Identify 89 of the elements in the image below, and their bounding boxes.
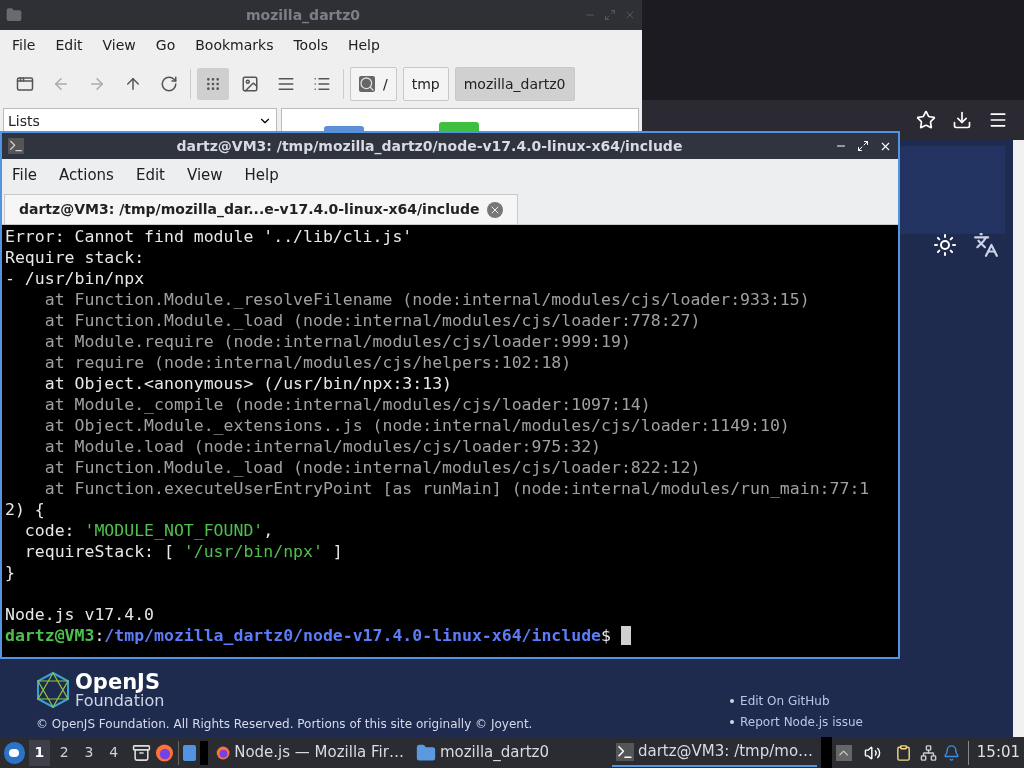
terminal-icon — [8, 138, 24, 154]
maximize-icon[interactable] — [857, 139, 869, 152]
bookmark-star-icon[interactable] — [916, 110, 936, 130]
grid-icon — [205, 76, 221, 92]
footer-link[interactable]: Report Node.js issue — [740, 713, 863, 731]
close-tab-icon[interactable] — [487, 201, 504, 218]
terminal-text: code: — [23, 520, 76, 541]
panel-gap — [821, 737, 833, 768]
task-button[interactable]: dartz@VM3: /tmp/mo… — [612, 738, 818, 767]
translate-icon[interactable] — [973, 232, 999, 258]
terminal-text: at Function.executeUserEntryPoint [as runMain] (node:internal/modules/run_main:77:1 — [43, 478, 870, 499]
window-title: mozilla_dartz0 — [244, 5, 362, 26]
terminal-text: at Function.Module._load (node:internal/modules/cjs/loader:778:27) — [43, 310, 701, 331]
openjs-logo-icon — [35, 671, 71, 709]
workspace-button[interactable]: 4 — [103, 739, 125, 766]
list-view-icon[interactable] — [313, 75, 331, 93]
menu-item[interactable]: Edit — [135, 163, 165, 187]
terminal-text: at Function.Module._resolveFilename (node:internal/modules/cjs/loader:933:15) — [43, 289, 810, 310]
copyright-text: © OpenJS Foundation. All Rights Reserved. Portions of this site originally © Joyent. — [35, 716, 533, 733]
logo-title: OpenJS — [75, 671, 161, 693]
logo-subtitle: Foundation — [75, 692, 165, 709]
terminal-text: at Object.Module._extensions..js (node:internal/modules/cjs/loader:1149:10) — [43, 415, 790, 436]
workspace-button[interactable]: 3 — [78, 739, 100, 766]
clock: 15:01 — [976, 742, 1021, 764]
side-panel-select[interactable]: Lists — [3, 108, 277, 134]
path-button[interactable]: tmp — [402, 67, 449, 101]
network-icon[interactable] — [919, 743, 937, 762]
file-cabinet-icon[interactable] — [132, 742, 152, 763]
menu-item[interactable]: File — [12, 163, 38, 187]
menu-item[interactable]: Bookmarks — [195, 34, 274, 56]
menu-item[interactable]: Tools — [293, 34, 328, 56]
menu-item[interactable]: Help — [244, 163, 279, 187]
terminal-text: } — [5, 562, 15, 583]
compact-view-icon[interactable] — [277, 75, 295, 93]
terminal-text: , — [263, 520, 274, 541]
new-window-icon[interactable] — [16, 75, 34, 93]
up-icon[interactable] — [124, 75, 142, 93]
workspace-button[interactable]: 1 — [28, 739, 50, 766]
terminal-text: ] — [331, 541, 343, 562]
terminal-text: : — [94, 625, 105, 646]
panel-gap — [200, 740, 208, 765]
menu-icon[interactable] — [988, 110, 1008, 130]
terminal-text: at Module._compile (node:internal/modules/cjs/loader:1097:14) — [43, 394, 651, 415]
start-menu-icon[interactable] — [4, 741, 25, 764]
thumbnail-view-icon[interactable] — [241, 75, 259, 93]
scrollbar[interactable] — [1013, 140, 1024, 737]
terminal-text: Require stack: — [5, 247, 145, 268]
theme-toggle-icon[interactable] — [933, 233, 957, 257]
terminal-text: at Module.load (node:internal/modules/cjs/loader:975:32) — [43, 436, 602, 457]
bullet-icon — [730, 699, 735, 703]
terminal-text: - /usr/bin/npx — [5, 268, 145, 289]
terminal-text: Node.js v17.4.0 — [5, 604, 154, 625]
footer-link[interactable]: Edit On GitHub — [740, 692, 830, 710]
clipboard-icon[interactable] — [894, 743, 912, 762]
terminal-text: at Function.Module._load (node:internal/modules/cjs/loader:822:12) — [43, 457, 701, 478]
menu-item[interactable]: Edit — [55, 34, 83, 56]
terminal-text: dartz@VM3 — [5, 625, 95, 646]
icon-view-button[interactable] — [197, 68, 229, 100]
browser-icon — [155, 742, 175, 763]
menu-item[interactable]: File — [12, 34, 36, 56]
terminal-text: requireStack: [ — [23, 541, 175, 562]
terminal-text: at Module.require (node:internal/modules/cjs/loader:999:19) — [43, 331, 631, 352]
terminal-text: at Object.<anonymous> (/usr/bin/npx:3:13) — [43, 373, 453, 394]
terminal-text: Error: Cannot find module '../lib/cli.js' — [5, 226, 413, 247]
bullet-icon — [730, 720, 735, 724]
path-button[interactable]: mozilla_dartz0 — [454, 67, 575, 101]
window-title: dartz@VM3: /tmp/mozilla_dartz0/node-v17.4.0-linux-x64/include — [175, 136, 684, 157]
workspace-button[interactable]: 2 — [53, 739, 75, 766]
show-desktop-icon[interactable] — [183, 744, 197, 761]
menu-item[interactable]: View — [186, 163, 223, 187]
terminal-text: 'MODULE_NOT_FOUND' — [84, 520, 264, 541]
menu-item[interactable]: Help — [347, 34, 380, 56]
menu-item[interactable]: Actions — [59, 163, 114, 187]
terminal-text: 2) { — [5, 499, 45, 520]
task-button[interactable]: mozilla_dartz0 — [411, 738, 599, 767]
terminal-text: at require (node:internal/modules/cjs/helpers:102:18) — [43, 352, 572, 373]
notification-icon[interactable] — [942, 743, 960, 762]
terminal-icon — [616, 742, 634, 761]
terminal-tab[interactable]: dartz@VM3: /tmp/mozilla_dar...e-v17.4.0-linux-x64/include — [4, 194, 519, 224]
path-button[interactable]: / — [350, 67, 397, 101]
terminal-text: '/usr/bin/npx' — [183, 541, 323, 562]
task-button[interactable]: Node.js — Mozilla Fir… — [211, 738, 408, 767]
reload-icon[interactable] — [160, 75, 178, 93]
menu-item[interactable]: View — [102, 34, 136, 56]
download-icon[interactable] — [952, 110, 972, 130]
terminal-text: /tmp/mozilla_dartz0/node-v17.4.0-linux-x64/include — [104, 625, 602, 646]
terminal-text: $ — [601, 625, 612, 646]
tray-expand-icon[interactable] — [836, 744, 852, 761]
menu-item[interactable]: Go — [155, 34, 176, 56]
